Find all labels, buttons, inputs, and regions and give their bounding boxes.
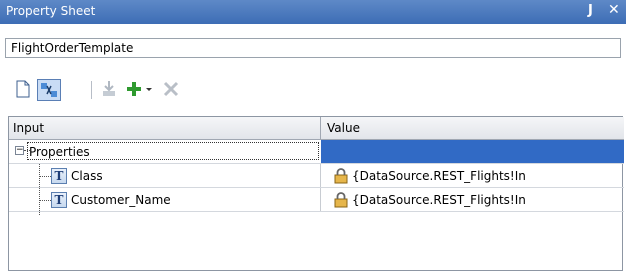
grid-header: Input Value <box>9 117 624 140</box>
window-title: Property Sheet <box>6 4 96 18</box>
property-name: Class <box>71 169 103 183</box>
property-name: Customer_Name <box>71 193 171 207</box>
toolbar <box>0 73 626 103</box>
toolbar-separator <box>91 81 92 99</box>
new-document-icon[interactable] <box>13 79 33 99</box>
property-grid: Input Value − Properties T Class {DataSo… <box>8 116 624 271</box>
close-icon[interactable]: ✕ <box>608 2 620 18</box>
object-name: FlightOrderTemplate <box>11 41 134 55</box>
import-icon[interactable] <box>99 79 119 99</box>
tree-connector <box>40 200 51 201</box>
pin-icon[interactable]: J <box>588 3 593 18</box>
column-divider[interactable] <box>320 117 321 139</box>
row-divider <box>9 211 624 212</box>
map-icon[interactable] <box>37 79 61 101</box>
cell-divider <box>320 188 321 212</box>
column-header-value[interactable]: Value <box>327 121 360 135</box>
dropdown-arrow-icon[interactable] <box>144 79 154 99</box>
collapse-icon[interactable]: − <box>15 146 24 155</box>
text-type-icon: T <box>51 192 67 208</box>
lock-icon <box>334 192 348 211</box>
cell-divider <box>320 164 321 188</box>
column-header-input[interactable]: Input <box>13 121 44 135</box>
lock-icon <box>334 168 348 187</box>
tree-connector <box>40 176 51 177</box>
property-value[interactable]: {DataSource.REST_Flights!In <box>352 193 526 207</box>
tree-label-properties: Properties <box>29 145 90 159</box>
object-name-field[interactable]: FlightOrderTemplate <box>5 38 621 58</box>
text-type-icon: T <box>51 168 67 184</box>
delete-icon[interactable] <box>161 79 181 99</box>
title-bar: Property Sheet J ✕ <box>0 0 626 24</box>
table-row[interactable]: T Customer_Name {DataSource.REST_Flights… <box>9 188 624 212</box>
tree-row-properties[interactable]: − Properties <box>9 140 624 164</box>
add-icon[interactable] <box>124 79 144 99</box>
selected-value-cell[interactable] <box>321 140 624 163</box>
property-value[interactable]: {DataSource.REST_Flights!In <box>352 169 526 183</box>
table-row[interactable]: T Class {DataSource.REST_Flights!In <box>9 164 624 188</box>
